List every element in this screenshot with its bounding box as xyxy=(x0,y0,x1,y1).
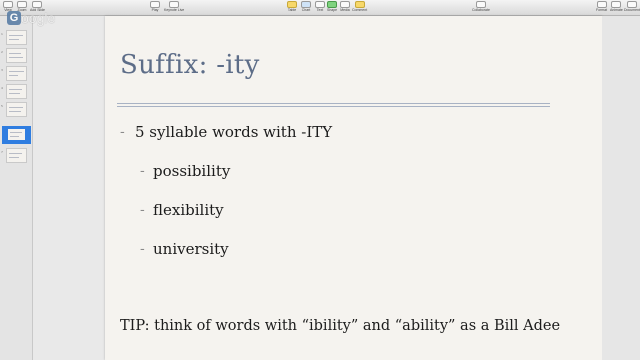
slide-thumbnail[interactable] xyxy=(6,102,27,117)
tip-text[interactable]: TIP: think of words with “ibility” and “… xyxy=(120,318,560,334)
collaborate-icon xyxy=(475,1,486,8)
google-g-icon: G xyxy=(7,11,21,25)
bullet-level-2[interactable]: flexibility xyxy=(153,201,224,219)
shape-icon xyxy=(327,1,338,8)
toolbar: View Zoom Add Slide Play Keynote Live Ta… xyxy=(0,0,640,16)
chart-button[interactable]: Chart xyxy=(301,1,311,14)
slide-thumbnail[interactable] xyxy=(6,66,27,81)
bullet-dash: - xyxy=(140,202,145,218)
animate-button[interactable]: Animate xyxy=(610,1,623,14)
comment-button[interactable]: Comment xyxy=(352,1,367,14)
media-icon xyxy=(340,1,350,8)
format-icon xyxy=(596,1,607,8)
document-button[interactable]: Document xyxy=(624,1,640,14)
bullet-level-1[interactable]: 5 syllable words with -ITY xyxy=(135,123,332,141)
comment-icon xyxy=(354,1,365,8)
media-button[interactable]: Media xyxy=(340,1,350,14)
animate-icon xyxy=(611,1,622,8)
slide-canvas: Suffix: -ity - 5 syllable words with -IT… xyxy=(33,16,640,360)
chart-icon xyxy=(301,1,311,8)
bullet-dash: - xyxy=(140,163,145,179)
slide-thumbnail[interactable] xyxy=(6,30,27,45)
text-button[interactable]: Text xyxy=(315,1,325,14)
format-button[interactable]: Format xyxy=(596,1,607,14)
table-icon xyxy=(287,1,297,8)
keynote-live-icon xyxy=(169,1,180,8)
bullet-dash: - xyxy=(140,241,145,257)
play-button[interactable]: Play xyxy=(150,1,160,14)
slide-thumbnail[interactable] xyxy=(6,148,27,163)
table-button[interactable]: Table xyxy=(287,1,297,14)
title-divider xyxy=(117,106,550,107)
bullet-dash: - xyxy=(120,124,125,140)
play-icon xyxy=(150,1,160,8)
view-icon xyxy=(3,1,13,8)
slide-title[interactable]: Suffix: -ity xyxy=(120,50,260,80)
slide-thumbnail[interactable] xyxy=(6,84,27,99)
right-margin xyxy=(602,16,640,360)
slide-navigator: 1 2 3 4 5 7 xyxy=(0,16,33,360)
keynote-live-button[interactable]: Keynote Live xyxy=(164,1,184,14)
zoom-icon xyxy=(17,1,27,8)
add-slide-icon xyxy=(32,1,43,8)
slide-thumbnail[interactable] xyxy=(6,48,27,63)
bullet-level-2[interactable]: university xyxy=(153,240,229,258)
slide[interactable]: Suffix: -ity - 5 syllable words with -IT… xyxy=(105,16,602,360)
bullet-level-2[interactable]: possibility xyxy=(153,162,230,180)
collaborate-button[interactable]: Collaborate xyxy=(472,1,490,14)
shape-button[interactable]: Shape xyxy=(327,1,337,14)
document-icon xyxy=(626,1,637,8)
text-icon xyxy=(315,1,325,8)
slide-thumbnail-selected[interactable] xyxy=(6,127,27,142)
title-divider xyxy=(117,103,550,104)
